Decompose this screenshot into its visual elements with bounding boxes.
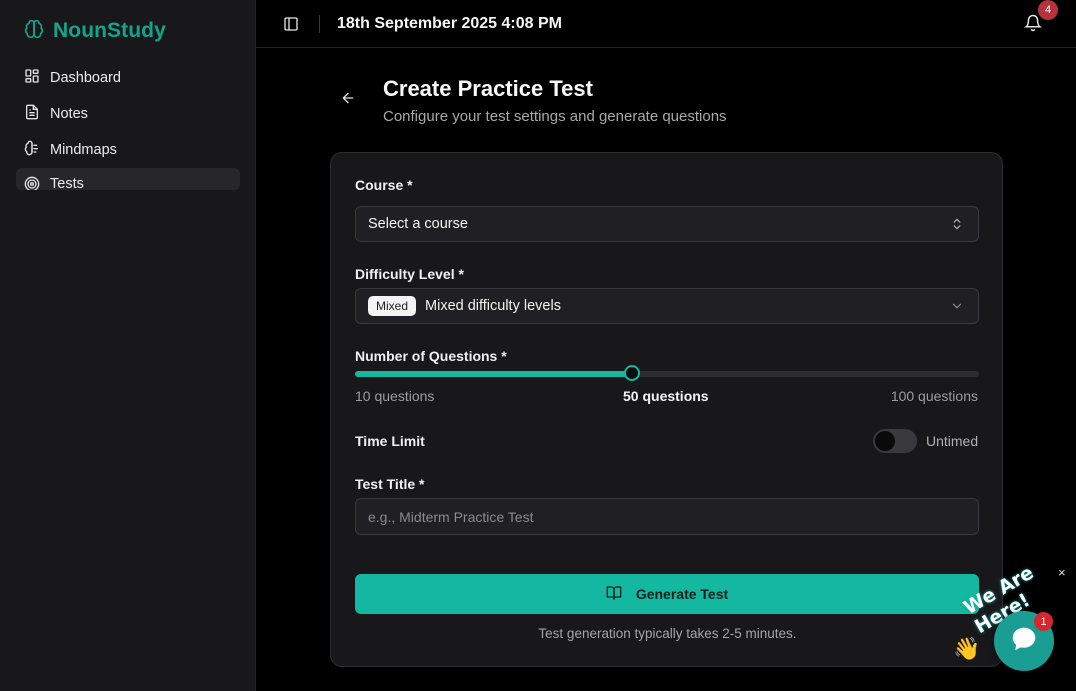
toggle-knob xyxy=(875,431,895,451)
brand-name: NounStudy xyxy=(53,19,166,42)
chevrons-up-down-icon xyxy=(950,217,964,231)
sidebar-item-tests[interactable]: Tests xyxy=(16,168,240,190)
generate-test-label: Generate Test xyxy=(635,586,729,602)
generate-test-button[interactable]: Generate Test xyxy=(355,574,979,614)
brand[interactable]: NounStudy xyxy=(24,18,166,44)
difficulty-select[interactable]: Mixed Mixed difficulty levels xyxy=(355,288,979,324)
course-select[interactable]: Select a course xyxy=(355,206,979,242)
book-open-icon xyxy=(606,585,622,604)
sidebar-item-dashboard[interactable]: Dashboard xyxy=(16,60,240,96)
course-label: Course * xyxy=(355,177,413,193)
time-limit-state: Untimed xyxy=(926,433,979,449)
target-icon xyxy=(24,176,40,190)
back-arrow-icon[interactable] xyxy=(340,90,358,108)
waving-hand-icon: 👋 xyxy=(953,636,981,661)
time-limit-toggle[interactable] xyxy=(873,429,917,453)
generation-note: Test generation typically takes 2-5 minu… xyxy=(538,626,797,641)
difficulty-select-value: Mixed difficulty levels xyxy=(425,298,561,314)
notes-icon xyxy=(24,104,40,124)
page-subtitle: Configure your test settings and generat… xyxy=(383,108,727,125)
current-datetime: 18th September 2025 4:08 PM xyxy=(337,15,562,32)
chevron-down-icon xyxy=(950,299,964,313)
brain-icon xyxy=(24,19,44,44)
test-title-input[interactable] xyxy=(355,498,979,535)
sidebar-toggle-icon[interactable] xyxy=(283,16,299,32)
course-select-value: Select a course xyxy=(368,216,468,232)
sidebar-item-mindmaps[interactable]: Mindmaps xyxy=(16,132,240,168)
chat-unread-badge: 1 xyxy=(1034,612,1053,631)
questions-max-label: 100 questions xyxy=(890,388,978,404)
test-title-label: Test Title * xyxy=(355,476,425,492)
notification-badge: 4 xyxy=(1038,0,1058,20)
sidebar-item-label: Dashboard xyxy=(50,70,121,86)
sidebar-item-notes[interactable]: Notes xyxy=(16,96,240,132)
mindmap-icon xyxy=(24,140,40,160)
dashboard-icon xyxy=(24,68,40,88)
questions-slider-thumb[interactable] xyxy=(624,365,641,381)
difficulty-label: Difficulty Level * xyxy=(355,266,464,282)
topbar: 18th September 2025 4:08 PM 4 xyxy=(256,0,1076,48)
create-test-form: Course * Select a course Difficulty Leve… xyxy=(330,152,1003,667)
sidebar-item-label: Notes xyxy=(50,106,88,122)
questions-label: Number of Questions * xyxy=(355,348,507,364)
questions-slider-fill xyxy=(355,371,633,377)
questions-current-label: 50 questions xyxy=(623,388,709,404)
difficulty-badge: Mixed xyxy=(368,296,417,316)
questions-min-label: 10 questions xyxy=(355,388,435,404)
chat-icon xyxy=(1009,624,1039,659)
questions-slider[interactable] xyxy=(355,365,979,381)
time-limit-label: Time Limit xyxy=(355,433,425,449)
page-title: Create Practice Test xyxy=(383,76,593,101)
topbar-divider xyxy=(319,15,320,33)
sidebar-item-label: Mindmaps xyxy=(50,142,117,158)
sidebar-nav: Dashboard Notes Mindmaps Tests xyxy=(16,60,240,190)
sidebar: NounStudy Dashboard Notes Mindmaps Tests xyxy=(0,0,256,691)
sidebar-item-label: Tests xyxy=(50,176,84,190)
